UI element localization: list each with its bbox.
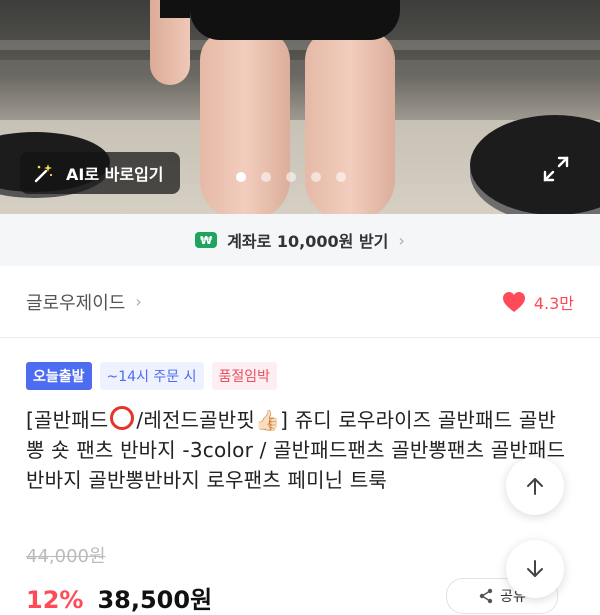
photo-model-sleeve (160, 0, 190, 18)
photo-model-leg-left (200, 30, 290, 214)
ai-try-on-label: AI로 바로입기 (66, 165, 164, 184)
chevron-right-icon: › (135, 292, 142, 311)
carousel-dot-1[interactable] (236, 172, 246, 182)
magic-wand-icon (30, 160, 56, 186)
carousel-dot-3[interactable] (286, 172, 296, 182)
chevron-right-icon: › (398, 230, 405, 250)
scroll-up-button[interactable] (506, 457, 564, 515)
like-button[interactable]: 4.3만 (502, 290, 574, 314)
ai-try-on-button[interactable]: AI로 바로입기 (20, 152, 180, 194)
brand-name: 글로우제이드 (26, 292, 126, 314)
photo-model-shorts (190, 0, 400, 40)
low-stock-badge: 품절임박 (211, 362, 278, 390)
arrow-down-icon (527, 560, 543, 577)
sale-price: 38,500원 (97, 586, 213, 614)
carousel-dot-2[interactable] (261, 172, 271, 182)
brand-link[interactable]: 글로우제이드 › (26, 289, 142, 315)
today-shipping-badge: 오늘출발 (26, 362, 92, 390)
price-row: 12% 38,500원 (26, 580, 212, 615)
title-part-1: [골반패드 (26, 408, 109, 432)
red-circle-icon (110, 406, 135, 430)
account-reward-label: 계좌로 10,000원 받기 (227, 232, 389, 251)
expand-icon[interactable] (539, 152, 573, 186)
discount-rate: 12% (26, 586, 84, 614)
photo-rail (0, 40, 600, 50)
scroll-down-button[interactable] (506, 540, 564, 598)
photo-model-leg-right (305, 30, 395, 214)
title-part-2: /레전드골반핏 (136, 408, 255, 432)
order-cutoff-badge: ~14시 주문 시 (99, 362, 204, 390)
product-photo[interactable]: AI로 바로입기 (0, 0, 600, 214)
heart-icon (502, 291, 525, 312)
product-title: [골반패드/레전드골반핏👍🏻] 쥬디 로우라이즈 골반패드 골반뽕 숏 팬츠 반… (26, 405, 574, 495)
carousel-dot-4[interactable] (311, 172, 321, 182)
account-reward-banner[interactable]: ₩ 계좌로 10,000원 받기 › (0, 214, 600, 266)
carousel-dot-5[interactable] (336, 172, 346, 182)
original-price: 44,000원 (26, 546, 106, 567)
delivery-badges: 오늘출발 ~14시 주문 시 품절임박 (26, 362, 278, 390)
won-icon: ₩ (195, 232, 218, 248)
carousel-indicator (236, 172, 346, 182)
thumbs-up-icon: 👍🏻 (254, 408, 281, 432)
like-count: 4.3만 (533, 293, 574, 313)
arrow-up-icon (527, 478, 543, 495)
share-icon (479, 588, 493, 604)
brand-row: 글로우제이드 › 4.3만 (0, 266, 600, 338)
